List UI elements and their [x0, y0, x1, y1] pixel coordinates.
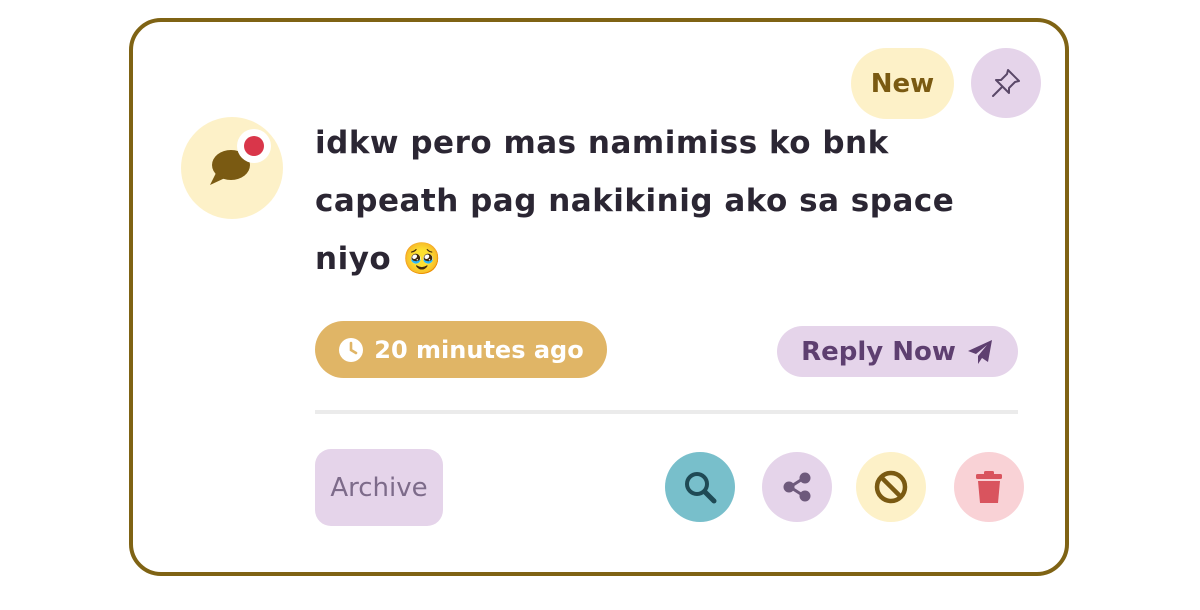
search-button[interactable]	[665, 452, 735, 522]
reply-now-label: Reply Now	[801, 336, 956, 367]
share-icon	[783, 472, 811, 502]
timestamp-label: 20 minutes ago	[374, 335, 584, 364]
pin-icon	[992, 69, 1020, 97]
block-icon	[874, 470, 908, 504]
trash-icon	[976, 471, 1002, 503]
share-button[interactable]	[762, 452, 832, 522]
delete-button[interactable]	[954, 452, 1024, 522]
search-icon	[685, 472, 717, 504]
notification-dot	[237, 129, 271, 163]
avatar	[181, 117, 283, 219]
clock-icon	[339, 337, 364, 362]
message-text: idkw pero mas namimiss ko bnk capeath pa…	[315, 125, 955, 277]
pin-button[interactable]	[971, 48, 1041, 118]
reply-now-button[interactable]: Reply Now	[777, 326, 1018, 377]
timestamp-badge: 20 minutes ago	[315, 321, 607, 378]
new-badge: New	[851, 48, 954, 119]
block-button[interactable]	[856, 452, 926, 522]
divider	[315, 410, 1018, 414]
archive-button[interactable]: Archive	[315, 449, 443, 526]
paper-plane-icon	[967, 339, 992, 364]
